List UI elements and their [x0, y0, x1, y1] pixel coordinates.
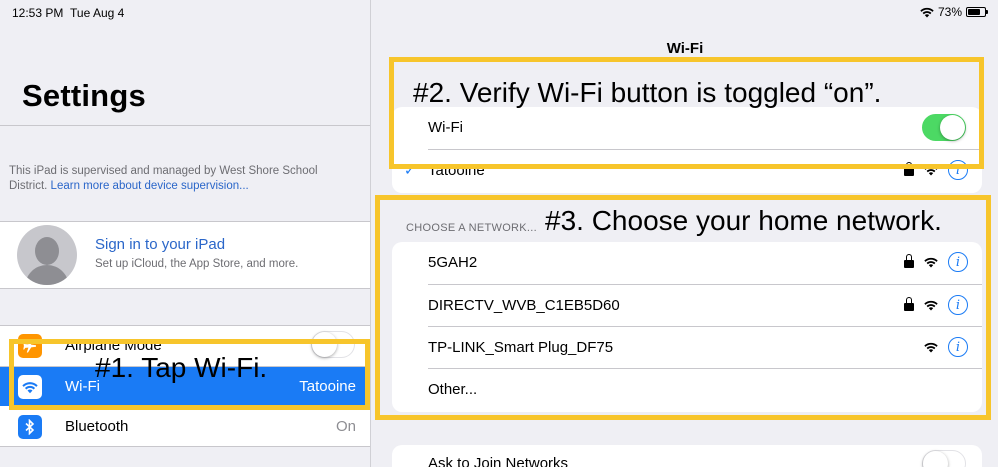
wifi-signal-icon [920, 7, 934, 17]
status-bar: 12:53 PM Tue Aug 4 73% [0, 0, 998, 20]
status-right: 73% [920, 5, 988, 19]
annotation-step2: #2. Verify Wi-Fi button is toggled “on”. [413, 77, 882, 108]
ask-to-join-toggle[interactable] [922, 450, 966, 467]
lock-icon [904, 162, 914, 176]
status-time: 12:53 PM [12, 6, 64, 20]
divider [0, 125, 370, 126]
battery-icon [966, 7, 988, 17]
sidebar-item-label: Bluetooth [65, 418, 129, 435]
battery-percent: 73% [937, 5, 962, 19]
sidebar-item-value: On [335, 418, 356, 435]
sidebar-item-bluetooth[interactable]: Bluetooth On [18, 406, 370, 446]
supervision-link[interactable]: Learn more about device supervision... [51, 180, 249, 192]
supervision-note: This iPad is supervised and managed by W… [9, 164, 359, 194]
avatar [17, 225, 77, 285]
annotation-box-step2 [389, 57, 984, 169]
battery-fill [968, 9, 980, 15]
ask-to-join-row: Ask to Join Networks [392, 445, 982, 467]
annotation-step1: #1. Tap Wi-Fi. [95, 352, 268, 383]
status-date: Tue Aug 4 [70, 6, 125, 20]
ask-to-join-label: Ask to Join Networks [428, 455, 569, 467]
sign-in-row[interactable]: Sign in to your iPad Set up iCloud, the … [0, 221, 370, 289]
page-title: Settings [22, 78, 146, 113]
detail-title: Wi-Fi [666, 40, 704, 57]
sign-in-subtitle: Set up iCloud, the App Store, and more. [95, 258, 299, 270]
status-time-date: 12:53 PM Tue Aug 4 [12, 6, 124, 20]
bluetooth-icon [18, 415, 42, 439]
annotation-step3: #3. Choose your home network. [545, 205, 942, 236]
ask-to-join-card: Ask to Join Networks [392, 445, 982, 467]
sign-in-title: Sign in to your iPad [95, 236, 226, 253]
